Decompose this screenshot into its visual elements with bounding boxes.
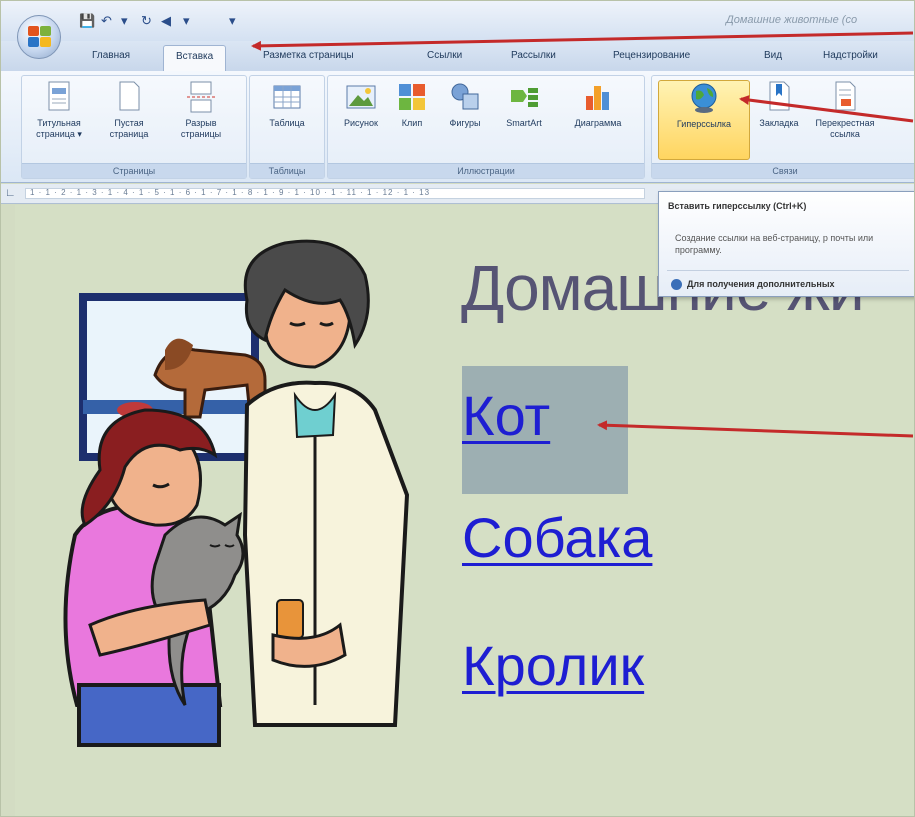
arrow-to-insert-tab (251, 31, 914, 51)
word-window: 💾 ↶ ▾ ↻ ◀ ▾ ▾ Домашние животные (со Глав… (0, 0, 915, 817)
arrow-to-cat-link (597, 420, 914, 438)
annotation-arrows (251, 31, 914, 438)
arrow-to-hyperlink (739, 95, 914, 123)
